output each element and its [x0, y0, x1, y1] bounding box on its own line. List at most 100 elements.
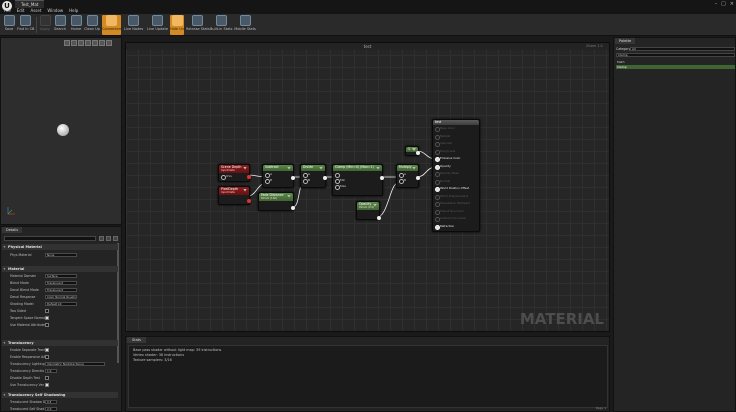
- input-world-position-offset[interactable]: World Position Offset: [433, 185, 479, 193]
- live-nodes-button[interactable]: Live Nodes: [124, 15, 143, 35]
- menu-edit[interactable]: Edit: [17, 8, 25, 13]
- plane-preview-icon[interactable]: [78, 40, 84, 46]
- input-opacity-mask[interactable]: Opacity Mask: [433, 170, 479, 178]
- cube-preview-icon[interactable]: [85, 40, 91, 46]
- translucent-shadow-density-field[interactable]: 0.5: [45, 400, 57, 404]
- save-button[interactable]: Save: [2, 15, 16, 35]
- search-icon[interactable]: [99, 236, 104, 241]
- pin-max[interactable]: Max: [333, 183, 382, 190]
- use-material-attributes-checkbox[interactable]: [45, 323, 49, 327]
- pin-b[interactable]: B: [301, 177, 325, 184]
- input-ambient-occlusion[interactable]: Ambient Occlusion: [433, 215, 479, 223]
- node-fade-distance[interactable]: Fade Distance Param (100): [258, 192, 295, 211]
- input-opacity[interactable]: Opacity: [433, 163, 479, 171]
- input-refraction[interactable]: Refraction: [433, 223, 479, 231]
- palette-tab[interactable]: Palette: [615, 38, 636, 44]
- node-subtract[interactable]: Subtract A B: [262, 164, 295, 188]
- node-pixel-depth[interactable]: PixelDepth Input Data: [218, 186, 251, 205]
- node-divide[interactable]: Divide A B: [300, 164, 327, 188]
- decal-response-select[interactable]: Color Normal Roughness: [45, 295, 77, 299]
- enable-responsive-aa-checkbox[interactable]: [45, 355, 49, 359]
- realtime-toggle-icon[interactable]: [106, 40, 112, 46]
- pin-uvs[interactable]: UVs: [219, 173, 249, 180]
- menu-asset[interactable]: Asset: [30, 8, 41, 13]
- input-roughness[interactable]: Roughness: [433, 148, 479, 156]
- apply-button[interactable]: Apply: [38, 15, 52, 35]
- mobile-stats-button[interactable]: Mobile Stats: [234, 15, 256, 35]
- node-material-result[interactable]: test Base Color Metallic Specular Roughn…: [432, 119, 480, 232]
- two-sided-checkbox[interactable]: [45, 309, 49, 313]
- input-world-displacement[interactable]: World Displacement: [433, 193, 479, 201]
- stats-page[interactable]: Page 1: [596, 406, 606, 410]
- output-pin-icon[interactable]: [247, 199, 251, 203]
- output-pin-icon[interactable]: [416, 151, 420, 155]
- category-select[interactable]: All: [630, 47, 735, 51]
- blend-mode-select[interactable]: Translucent: [45, 281, 77, 285]
- node-multiply[interactable]: Multiply A B: [396, 164, 420, 188]
- mesh-preview-icon[interactable]: [92, 40, 98, 46]
- minimize-icon[interactable]: –: [715, 1, 718, 7]
- connectors-button[interactable]: Connectors: [102, 15, 122, 35]
- output-pin-icon[interactable]: [291, 206, 295, 210]
- built-in-stats-button[interactable]: Built-in Stats: [210, 15, 232, 35]
- node-opacity-param[interactable]: Opacity Param (0.5): [356, 201, 381, 220]
- material-graph[interactable]: test Zoom 1:1 Scene Depth Input Data UVs …: [125, 42, 610, 332]
- live-update-button[interactable]: Live Update: [147, 15, 168, 35]
- preview-viewport[interactable]: [0, 37, 122, 225]
- home-button[interactable]: Home: [69, 15, 83, 35]
- tangent-space-normal-checkbox[interactable]: [45, 316, 49, 320]
- section-translucency[interactable]: Translucency: [2, 340, 118, 346]
- input-tessellation-multiplier[interactable]: Tessellation Multiplier: [433, 200, 479, 208]
- menu-help[interactable]: Help: [69, 8, 78, 13]
- output-pin-icon[interactable]: [247, 175, 251, 179]
- input-normal[interactable]: Normal: [433, 178, 479, 186]
- eye-icon[interactable]: [113, 236, 118, 241]
- node-scene-depth[interactable]: Scene Depth Input Data UVs: [218, 164, 251, 182]
- clean-up-button[interactable]: Clean Up: [84, 15, 100, 35]
- phys-material-field[interactable]: None: [45, 253, 77, 257]
- menu-file[interactable]: File: [4, 8, 11, 13]
- section-physical-material[interactable]: Physical Material: [2, 244, 118, 250]
- output-pin-icon[interactable]: [377, 216, 381, 220]
- output-pin-icon[interactable]: [380, 176, 384, 180]
- output-pin-icon[interactable]: [291, 176, 295, 180]
- details-tab[interactable]: Details: [2, 227, 23, 233]
- translucent-self-shadow-field[interactable]: 2.0: [45, 407, 57, 411]
- palette-selected-item[interactable]: Clamp: [616, 65, 735, 69]
- menu-window[interactable]: Window: [47, 8, 63, 13]
- release-stats-button[interactable]: Release Stats: [186, 15, 210, 35]
- translucency-directional-field[interactable]: 1.0: [45, 369, 57, 373]
- shading-model-select[interactable]: Default Lit: [45, 302, 77, 306]
- section-translucency-self-shadowing[interactable]: Translucency Self Shadowing: [2, 392, 118, 398]
- pin-b[interactable]: B: [263, 177, 293, 184]
- close-icon[interactable]: ×: [730, 1, 734, 7]
- view-options-icon[interactable]: [106, 236, 111, 241]
- cylinder-preview-icon[interactable]: [64, 40, 70, 46]
- input-subsurface-color[interactable]: Subsurface Color: [433, 208, 479, 216]
- maximize-icon[interactable]: □: [721, 1, 726, 7]
- stats-tab[interactable]: Stats: [127, 337, 146, 343]
- input-emissive-color[interactable]: Emissive Color: [433, 155, 479, 163]
- sphere-preview-icon[interactable]: [71, 40, 77, 46]
- pin-b[interactable]: B: [397, 177, 418, 184]
- details-search-input[interactable]: [4, 236, 96, 241]
- section-material[interactable]: Material: [2, 266, 118, 272]
- hide-unrelated-button[interactable]: Hide Unrelated: [170, 15, 196, 35]
- palette-category-item[interactable]: Math: [616, 60, 735, 64]
- find-in-cb-button[interactable]: Find in CB: [17, 15, 34, 35]
- output-pin-icon[interactable]: [323, 176, 327, 180]
- palette-search-input[interactable]: Clamp: [616, 53, 735, 57]
- search-button[interactable]: Search: [53, 15, 67, 35]
- decal-blend-mode-select[interactable]: Translucent: [45, 288, 77, 292]
- use-translucency-vertex-fog-checkbox[interactable]: [45, 383, 49, 387]
- material-domain-select[interactable]: Surface: [45, 274, 77, 278]
- grid-toggle-icon[interactable]: [99, 40, 105, 46]
- input-metallic[interactable]: Metallic: [433, 133, 479, 141]
- document-tab[interactable]: Test_Mat: [15, 0, 45, 8]
- input-base-color[interactable]: Base Color: [433, 125, 479, 133]
- input-specular[interactable]: Specular: [433, 140, 479, 148]
- enable-separate-translucency-checkbox[interactable]: [45, 348, 49, 352]
- disable-depth-test-checkbox[interactable]: [45, 376, 49, 380]
- output-pin-icon[interactable]: [416, 176, 420, 180]
- node-clamp[interactable]: Clamp (Min=0) (Max=1) Min Max: [332, 164, 384, 196]
